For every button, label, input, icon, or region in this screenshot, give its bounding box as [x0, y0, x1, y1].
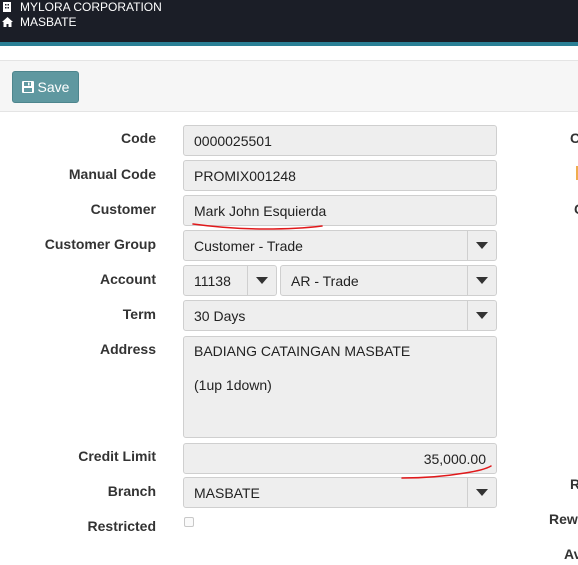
credit-limit-underline-annotation: [401, 465, 492, 479]
customer-underline-annotation: [192, 223, 323, 230]
annotation-layer: [192, 223, 492, 479]
